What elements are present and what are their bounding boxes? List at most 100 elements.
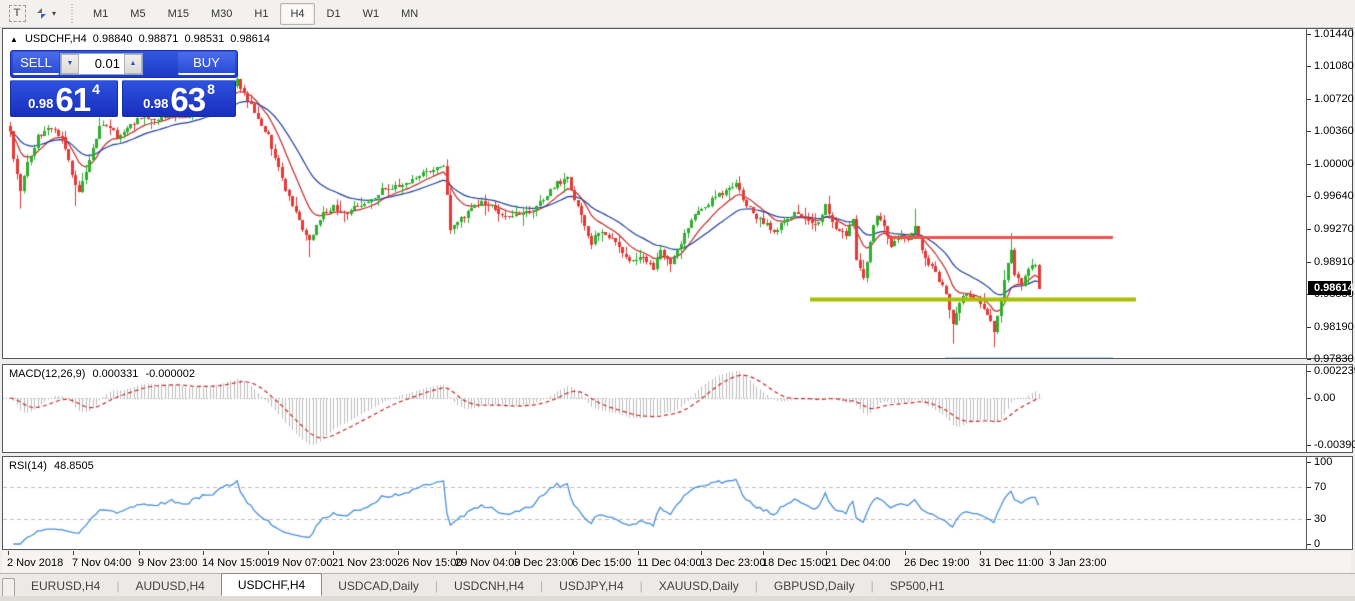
price-tick-label: 0.99640 — [1314, 190, 1354, 202]
timeframe-button-d1[interactable]: D1 — [317, 3, 351, 25]
mt4-application: T ▾ M1M5M15M30H1H4D1W1MN ▲ USDCHF,H4 0.9… — [0, 0, 1355, 601]
rsi-tick-label: 0 — [1314, 538, 1320, 550]
price-axis[interactable]: 1.014401.010801.007201.003601.000000.996… — [1307, 29, 1352, 358]
axis-tick — [1307, 327, 1311, 328]
time-tick-label: 18 Dec 15:00 — [762, 557, 827, 569]
buy-price-box[interactable]: 0.98 63 8 — [122, 80, 236, 117]
chart-tab-usdchf-h4[interactable]: USDCHF,H4 — [221, 573, 322, 596]
buy-price-big-digits: 63 — [170, 85, 205, 114]
arrange-orders-button[interactable]: ▾ — [32, 2, 58, 26]
timeframe-button-w1[interactable]: W1 — [353, 3, 390, 25]
chart-tab-eurusd-h4[interactable]: EURUSD,H4 — [15, 576, 116, 596]
axis-tick — [1307, 371, 1311, 372]
rsi-label: RSI(14) 48.8505 — [9, 460, 98, 472]
price-plot-area[interactable]: ▲ USDCHF,H4 0.98840 0.98871 0.98531 0.98… — [3, 29, 1307, 358]
toolbar: T ▾ M1M5M15M30H1H4D1W1MN — [0, 0, 1355, 28]
chart-tab-audusd-h4[interactable]: AUDUSD,H4 — [119, 576, 220, 596]
chart-tab-usdcnh-h4[interactable]: USDCNH,H4 — [438, 576, 540, 596]
macd-tick-label: -0.003901 — [1314, 439, 1355, 451]
chart-tab-usdjpy-h4[interactable]: USDJPY,H4 — [543, 576, 639, 596]
close-value: 0.98614 — [230, 33, 270, 45]
time-tick — [1050, 551, 1051, 555]
axis-tick — [1307, 164, 1311, 165]
price-tick-label: 1.00720 — [1314, 93, 1354, 105]
time-tick-label: 9 Nov 23:00 — [138, 557, 197, 569]
timeframe-button-m1[interactable]: M1 — [83, 3, 118, 25]
sell-price-box[interactable]: 0.98 61 4 — [10, 80, 118, 117]
text-label-icon: T — [9, 5, 26, 22]
price-panel: ▲ USDCHF,H4 0.98840 0.98871 0.98531 0.98… — [2, 28, 1353, 359]
time-tick-label: 21 Nov 23:00 — [332, 557, 397, 569]
axis-tick — [1307, 229, 1311, 230]
price-tick-label: 1.01080 — [1314, 60, 1354, 72]
axis-tick — [1307, 262, 1311, 263]
time-tick — [73, 551, 74, 555]
timeframe-button-h1[interactable]: H1 — [244, 3, 278, 25]
time-tick-label: 31 Dec 11:00 — [979, 557, 1044, 569]
time-tick — [398, 551, 399, 555]
trade-panel-top-row: SELL ▼ 0.01 ▲ BUY — [10, 50, 238, 78]
buy-button[interactable]: BUY — [178, 52, 235, 75]
axis-tick — [1307, 66, 1311, 67]
volume-decrease-button[interactable]: ▼ — [61, 54, 79, 74]
axis-tick — [1307, 99, 1311, 100]
macd-label: MACD(12,26,9) 0.000331 -0.000002 — [9, 368, 199, 380]
time-tick — [905, 551, 906, 555]
time-tick — [139, 551, 140, 555]
timeframe-button-m30[interactable]: M30 — [201, 3, 242, 25]
time-tick — [333, 551, 334, 555]
time-tick — [268, 551, 269, 555]
chart-tab-sp500-h1[interactable]: SP500,H1 — [874, 576, 961, 596]
macd-signal-value: -0.000002 — [145, 368, 195, 380]
tab-stub[interactable] — [2, 578, 15, 596]
high-value: 0.98871 — [139, 33, 179, 45]
low-value: 0.98531 — [184, 33, 224, 45]
axis-tick — [1307, 544, 1311, 545]
time-tick — [980, 551, 981, 555]
macd-axis[interactable]: 0.0022390.00-0.003901 — [1307, 365, 1352, 452]
open-value: 0.98840 — [93, 33, 133, 45]
dropdown-caret-icon: ▾ — [52, 9, 56, 18]
rsi-canvas[interactable] — [3, 457, 1306, 547]
toolbar-grip[interactable] — [69, 4, 76, 24]
axis-tick — [1307, 359, 1311, 360]
macd-plot-area[interactable]: MACD(12,26,9) 0.000331 -0.000002 — [3, 365, 1307, 452]
time-tick — [8, 551, 9, 555]
rsi-tick-label: 100 — [1314, 456, 1332, 468]
time-tick — [456, 551, 457, 555]
time-tick-label: 26 Dec 19:00 — [904, 557, 969, 569]
timeframe-button-m15[interactable]: M15 — [158, 3, 199, 25]
timeframe-button-h4[interactable]: H4 — [280, 3, 314, 25]
rsi-value: 48.8505 — [54, 460, 94, 472]
chart-tab-gbpusd-daily[interactable]: GBPUSD,Daily — [758, 576, 871, 596]
time-tick — [763, 551, 764, 555]
volume-input[interactable]: 0.01 — [79, 54, 124, 74]
rsi-axis[interactable]: 10070300 — [1307, 457, 1352, 549]
current-price-marker: 0.98614 — [1308, 281, 1351, 295]
one-click-trading-panel: SELL ▼ 0.01 ▲ BUY 0.98 61 4 — [10, 50, 238, 117]
time-axis[interactable]: 2 Nov 20187 Nov 04:009 Nov 23:0014 Nov 1… — [2, 551, 1351, 573]
volume-increase-button[interactable]: ▲ — [124, 54, 142, 74]
sell-button[interactable]: SELL — [13, 52, 59, 75]
axis-tick — [1307, 519, 1311, 520]
collapse-triangle-icon[interactable]: ▲ — [10, 35, 18, 44]
trade-panel-price-row: 0.98 61 4 0.98 63 8 — [10, 80, 238, 117]
bottom-strip — [0, 596, 1355, 601]
rsi-tick-label: 70 — [1314, 481, 1326, 493]
timeframe-button-mn[interactable]: MN — [391, 3, 428, 25]
chart-tab-usdcad-daily[interactable]: USDCAD,Daily — [322, 576, 435, 596]
timeframe-button-m5[interactable]: M5 — [120, 3, 155, 25]
volume-stepper: ▼ 0.01 ▲ — [60, 53, 143, 75]
time-tick-label: 2 Nov 2018 — [7, 557, 63, 569]
text-label-tool-button[interactable]: T — [4, 2, 30, 26]
buy-price-prefix: 0.98 — [143, 94, 168, 114]
chart-tab-xauusd-daily[interactable]: XAUUSD,Daily — [643, 576, 755, 596]
time-tick — [573, 551, 574, 555]
buy-price-pip-digit: 8 — [207, 84, 215, 94]
rsi-plot-area[interactable]: RSI(14) 48.8505 — [3, 457, 1307, 549]
axis-tick — [1307, 487, 1311, 488]
sell-price-pip-digit: 4 — [92, 84, 100, 94]
price-tick-label: 0.98190 — [1314, 321, 1354, 333]
chart-header: ▲ USDCHF,H4 0.98840 0.98871 0.98531 0.98… — [10, 33, 273, 45]
macd-tick-label: 0.00 — [1314, 392, 1335, 404]
